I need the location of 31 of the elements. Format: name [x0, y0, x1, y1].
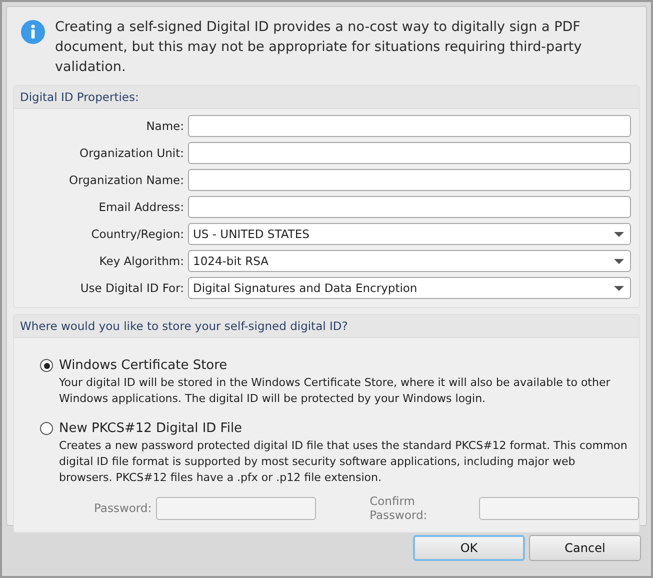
dropdown[interactable]: 1024-bit RSA [188, 250, 631, 272]
group-title: Where would you like to store your self-signed digital ID? [14, 315, 639, 338]
field-label: Use Digital ID For: [79, 281, 184, 295]
dropdown[interactable]: Digital Signatures and Data Encryption [188, 277, 631, 299]
group-title: Digital ID Properties: [14, 86, 639, 109]
info-message: Creating a self-signed Digital ID provides a no-cost way to digitally sign a PDF document, but this may not be appropriate for situations requiring third-party validation. [55, 18, 583, 77]
input-field[interactable] [188, 115, 631, 137]
radio-button[interactable] [40, 422, 53, 435]
field-label: Key Algorithm: [98, 254, 184, 268]
input-field[interactable] [188, 169, 631, 191]
caret-icon [614, 258, 624, 264]
field-label: Organization Name: [68, 173, 184, 187]
info-icon [21, 20, 45, 44]
radio-button[interactable] [40, 359, 53, 372]
dropdown[interactable]: US - UNITED STATES [188, 223, 631, 245]
field-label: Password: [94, 501, 152, 515]
option-label[interactable]: Windows Certificate Store [59, 358, 228, 373]
input-field[interactable] [188, 196, 631, 218]
field-label: Confirm Password: [370, 494, 428, 522]
option-label[interactable]: New PKCS#12 Digital ID File [59, 421, 242, 436]
option-description: Creates a new password protected digital ID file that uses the standard PKCS#12 format. This common digital ID file format is supported by most security software applications, including major web browsers. PKCS#12 files have a .pfx or .p12 file extension. [59, 438, 628, 486]
field-label: Name: [145, 119, 184, 133]
input-field[interactable] [188, 142, 631, 164]
caret-icon [614, 232, 624, 236]
cancel-button[interactable]: Cancel [529, 535, 641, 561]
caret-icon [614, 286, 624, 290]
ok-button[interactable]: OK [413, 535, 525, 561]
option-description: Your digital ID will be stored in the Windows Certificate Store, where it will also be available to other Windows applications. The digital ID will be protected by your Windows login. [59, 375, 612, 407]
field-label: Email Address: [98, 200, 184, 214]
field-label: Organization Unit: [78, 146, 184, 160]
field-label: Country/Region: [90, 227, 184, 241]
